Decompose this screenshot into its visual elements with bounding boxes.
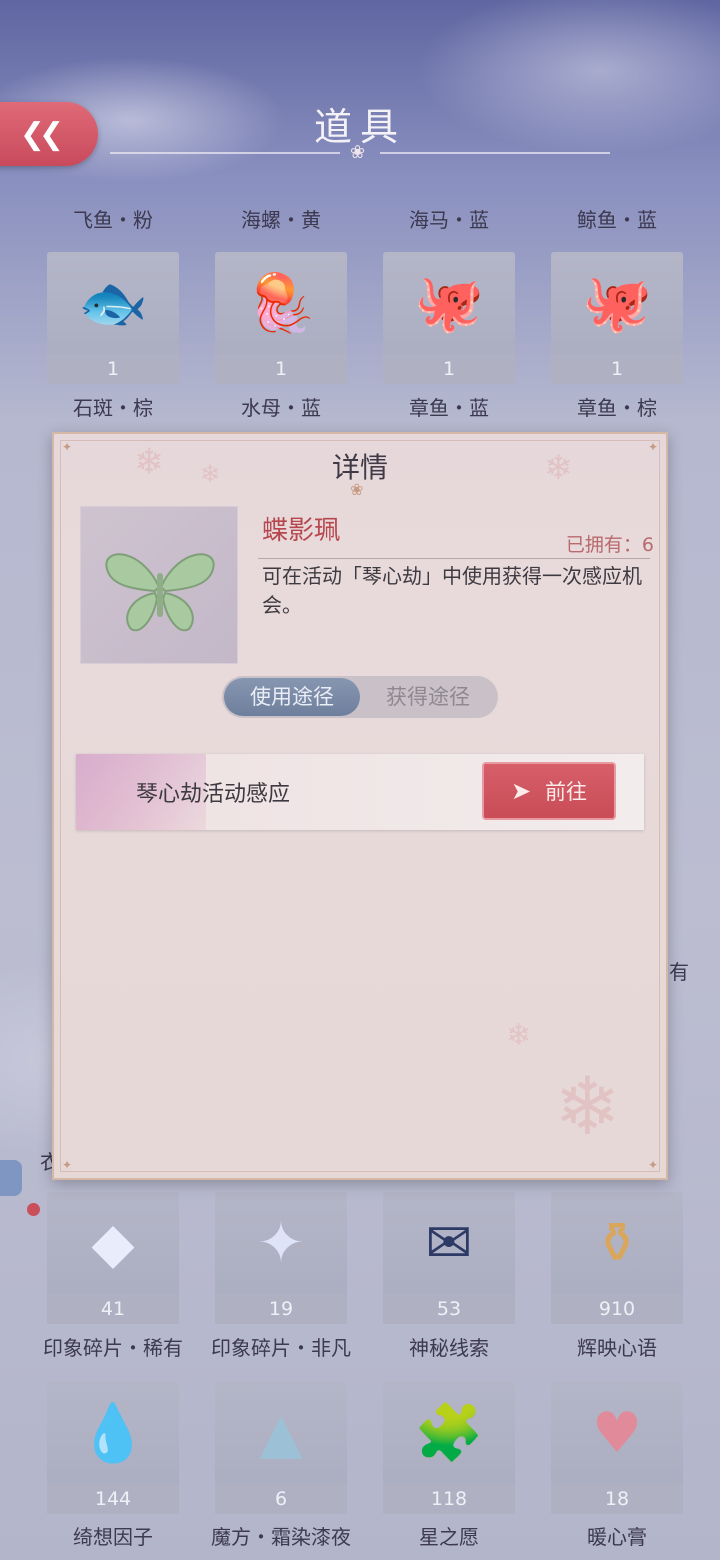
snowflake-icon: ❄ bbox=[554, 1060, 622, 1153]
item-label: 飞鱼・粉 bbox=[73, 208, 153, 232]
item-tile[interactable]: ♥ 18 bbox=[551, 1382, 683, 1514]
item-label: 星之愿 bbox=[419, 1525, 479, 1549]
flower-ornament-icon: ❀ bbox=[350, 142, 366, 163]
item-label: 章鱼・蓝 bbox=[409, 396, 489, 420]
item-count: 118 bbox=[383, 1484, 515, 1514]
item-tile[interactable]: ✦ 19 bbox=[215, 1192, 347, 1324]
item-tile[interactable]: ✉ 53 bbox=[383, 1192, 515, 1324]
item-tile[interactable]: ⚱ 910 bbox=[551, 1192, 683, 1324]
item-count: 6 bbox=[215, 1484, 347, 1514]
item-tile[interactable]: 🧩 118 bbox=[383, 1382, 515, 1514]
go-button-label: 前往 bbox=[545, 780, 588, 804]
envelope-icon: ✉ bbox=[425, 1211, 473, 1276]
item-count: 1 bbox=[215, 354, 347, 384]
item-count: 53 bbox=[383, 1294, 515, 1324]
perfume-bottle-icon: ⚱ bbox=[593, 1211, 641, 1276]
heart-box-icon: ♥ bbox=[591, 1401, 643, 1466]
item-label: 鲸鱼・蓝 bbox=[577, 208, 657, 232]
tab-use[interactable]: 使用途径 bbox=[224, 678, 360, 716]
item-count: 1 bbox=[47, 354, 179, 384]
tab-obtain[interactable]: 获得途径 bbox=[360, 678, 496, 716]
item-count: 144 bbox=[47, 1484, 179, 1514]
item-label-partial: 有 bbox=[669, 960, 689, 984]
item-label: 石斑・棕 bbox=[73, 396, 153, 420]
butterfly-pendant-icon bbox=[105, 553, 215, 632]
item-tile[interactable]: 🐙 1 bbox=[383, 252, 515, 384]
flower-ornament-icon: ❀ bbox=[350, 480, 364, 499]
item-name: 蝶影珮 bbox=[262, 516, 341, 546]
item-label: 绮想因子 bbox=[73, 1525, 153, 1549]
notification-dot bbox=[27, 1203, 40, 1216]
item-label: 海螺・黄 bbox=[241, 208, 321, 232]
item-label: 暖心膏 bbox=[587, 1525, 647, 1549]
octopus-icon: 🐙 bbox=[582, 271, 652, 336]
item-tile[interactable]: 💧 144 bbox=[47, 1382, 179, 1514]
title-divider-right bbox=[380, 152, 610, 154]
jellyfish-icon: 🪼 bbox=[246, 271, 316, 336]
item-tile[interactable]: ▲ 6 bbox=[215, 1382, 347, 1514]
item-label: 水母・蓝 bbox=[241, 396, 321, 420]
fish-icon: 🐟 bbox=[78, 271, 148, 336]
item-count: 18 bbox=[551, 1484, 683, 1514]
item-description: 可在活动「琴心劫」中使用获得一次感应机会。 bbox=[262, 564, 642, 617]
item-count: 1 bbox=[551, 354, 683, 384]
item-tile[interactable]: ◆ 41 bbox=[47, 1192, 179, 1324]
top-bar: ❮❮ 道具 ❀ bbox=[0, 0, 720, 180]
item-count: 910 bbox=[551, 1294, 683, 1324]
item-label: 章鱼・棕 bbox=[577, 396, 657, 420]
item-count: 1 bbox=[383, 354, 515, 384]
item-count: 19 bbox=[215, 1294, 347, 1324]
item-image-frame bbox=[80, 506, 238, 664]
corner-ornament-icon: ✦ bbox=[647, 1158, 658, 1172]
item-label: 印象碎片・非凡 bbox=[211, 1336, 351, 1360]
crystal-shard-icon: ◆ bbox=[91, 1211, 135, 1276]
crystal-diamond-icon: ✦ bbox=[257, 1211, 305, 1276]
owned-count: 已拥有：6 bbox=[565, 534, 654, 556]
item-tile[interactable]: 🐟 1 bbox=[47, 252, 179, 384]
divider bbox=[258, 558, 650, 559]
side-menu-tab[interactable] bbox=[0, 1160, 22, 1196]
route-row: 琴心劫活动感应 ➤ 前往 bbox=[76, 754, 644, 830]
paper-plane-icon: ➤ bbox=[510, 777, 532, 805]
item-label: 神秘线索 bbox=[409, 1336, 489, 1360]
item-tile[interactable]: 🪼 1 bbox=[215, 252, 347, 384]
item-tile[interactable]: 🐙 1 bbox=[551, 252, 683, 384]
pyramid-icon: ▲ bbox=[259, 1401, 303, 1466]
puzzle-piece-icon: 🧩 bbox=[414, 1401, 484, 1466]
detail-dialog: ✦ ✦ ✦ ✦ ❄ ❄ ❄ ❄ ❄ 详情 ❀ 蝶影珮 已拥有：6 可在活动「琴心… bbox=[52, 432, 668, 1180]
route-label: 琴心劫活动感应 bbox=[136, 782, 291, 807]
water-drop-icon: 💧 bbox=[78, 1401, 148, 1466]
octopus-icon: 🐙 bbox=[414, 271, 484, 336]
item-label: 海马・蓝 bbox=[409, 208, 489, 232]
snowflake-icon: ❄ bbox=[506, 1018, 532, 1053]
item-label: 辉映心语 bbox=[577, 1336, 657, 1360]
item-label: 印象碎片・稀有 bbox=[43, 1336, 183, 1360]
go-button[interactable]: ➤ 前往 bbox=[482, 762, 616, 820]
corner-ornament-icon: ✦ bbox=[62, 1158, 73, 1172]
item-label: 魔方・霜染漆夜 bbox=[211, 1525, 351, 1549]
item-count: 41 bbox=[47, 1294, 179, 1324]
source-toggle: 使用途径 获得途径 bbox=[222, 676, 498, 718]
title-divider-left bbox=[110, 152, 340, 154]
